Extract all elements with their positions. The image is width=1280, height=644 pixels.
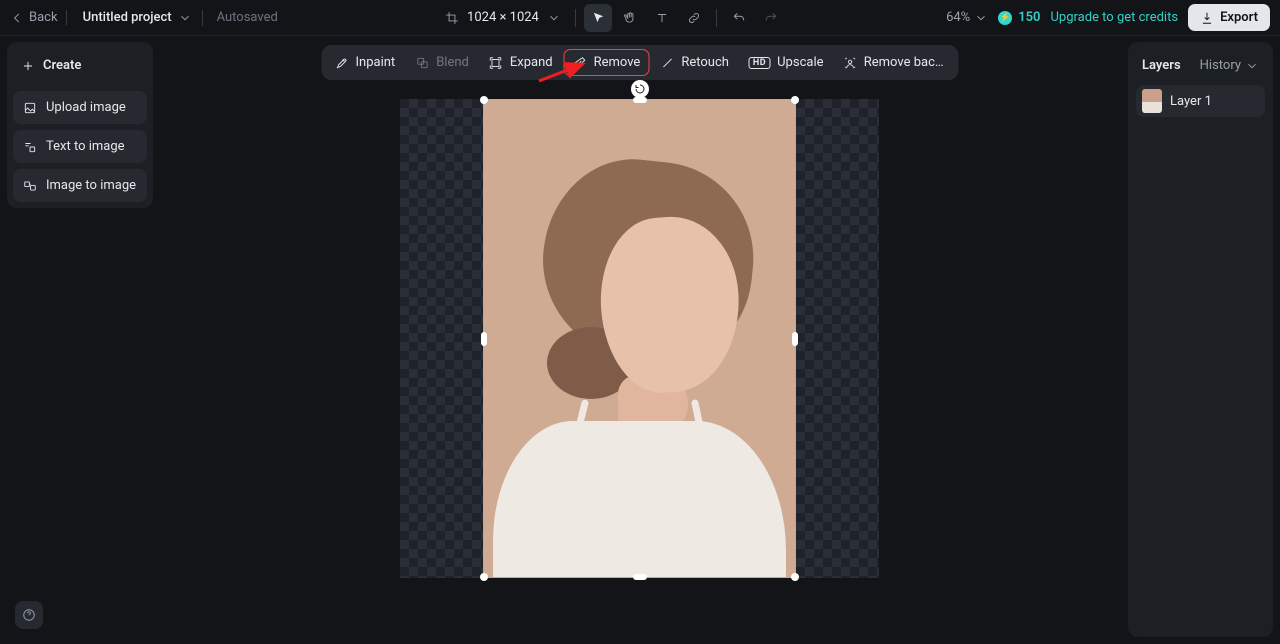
export-label: Export	[1220, 10, 1258, 25]
export-button[interactable]: Export	[1188, 4, 1270, 31]
wand-icon	[660, 56, 674, 70]
credits-chip[interactable]: ⚡ 150	[998, 10, 1040, 25]
crop-icon	[445, 11, 459, 25]
remove-bg-icon	[844, 56, 857, 70]
canvas[interactable]	[400, 99, 879, 578]
top-bar-center: 1024 × 1024	[439, 4, 785, 32]
lp-upload-image[interactable]: Upload image	[13, 91, 147, 124]
upload-image-icon	[23, 101, 37, 115]
upscale-button[interactable]: HD Upscale	[740, 49, 833, 76]
lp-image-to-image[interactable]: Image to image	[13, 169, 147, 202]
expand-button[interactable]: Expand	[480, 49, 562, 76]
left-create-panel: Create Upload image Text to image Image …	[7, 42, 153, 208]
lp-label: Upload image	[46, 100, 126, 115]
retouch-button[interactable]: Retouch	[651, 49, 738, 76]
chevron-down-icon	[974, 11, 988, 25]
download-icon	[1200, 11, 1214, 25]
chevron-down-icon	[178, 11, 192, 25]
dimensions-value: 1024 × 1024	[467, 10, 539, 25]
blend-icon	[415, 56, 429, 70]
layer-name: Layer 1	[1170, 94, 1212, 109]
cursor-tool[interactable]	[584, 4, 612, 32]
remove-button[interactable]: Remove	[564, 49, 650, 76]
text-to-image-icon	[23, 140, 37, 154]
link-tool[interactable]	[680, 4, 708, 32]
history-label: History	[1200, 58, 1241, 73]
rotate-icon	[634, 83, 646, 95]
image-to-image-icon	[23, 179, 37, 193]
blend-button: Blend	[406, 49, 478, 76]
hd-badge: HD	[749, 57, 770, 69]
rotate-handle[interactable]	[631, 80, 649, 98]
text-icon	[655, 11, 669, 25]
create-header: Create	[13, 48, 147, 85]
expand-icon	[489, 56, 503, 70]
chevron-down-icon	[547, 11, 561, 25]
top-bar: Back Untitled project Autosaved 1024 × 1…	[0, 0, 1280, 36]
zoom-control[interactable]: 64%	[946, 10, 988, 25]
hand-tool[interactable]	[616, 4, 644, 32]
inpaint-button[interactable]: Inpaint	[326, 49, 405, 76]
cursor-icon	[591, 11, 605, 25]
layer-thumbnail	[1142, 89, 1162, 113]
credits-value: 150	[1018, 10, 1040, 25]
eraser-icon	[573, 56, 587, 70]
undo-button[interactable]	[725, 4, 753, 32]
plus-icon	[21, 59, 35, 73]
autosaved-status: Autosaved	[217, 10, 278, 25]
credits-bolt-icon: ⚡	[998, 11, 1012, 25]
redo-icon	[764, 11, 778, 25]
top-bar-right: 64% ⚡ 150 Upgrade to get credits Export	[946, 4, 1270, 31]
layers-title: Layers	[1142, 58, 1181, 73]
link-icon	[687, 11, 701, 25]
layer-image[interactable]	[483, 99, 796, 578]
hand-icon	[623, 11, 637, 25]
chevron-left-icon	[10, 11, 24, 25]
remove-background-button[interactable]: Remove back…	[835, 49, 955, 76]
back-label: Back	[29, 10, 58, 25]
lp-label: Text to image	[46, 139, 125, 154]
redo-button[interactable]	[757, 4, 785, 32]
text-tool[interactable]	[648, 4, 676, 32]
layer-item[interactable]: Layer 1	[1136, 85, 1265, 117]
project-name[interactable]: Untitled project	[83, 10, 192, 25]
dimensions-button[interactable]: 1024 × 1024	[439, 6, 567, 29]
project-title: Untitled project	[83, 10, 172, 25]
help-button[interactable]	[15, 601, 43, 629]
lp-text-to-image[interactable]: Text to image	[13, 130, 147, 163]
undo-icon	[732, 11, 746, 25]
zoom-value: 64%	[946, 10, 970, 25]
history-dropdown[interactable]: History	[1200, 58, 1259, 73]
chevron-down-icon	[1245, 59, 1259, 73]
top-bar-left: Back Untitled project Autosaved	[10, 10, 278, 26]
back-button[interactable]: Back	[10, 10, 67, 25]
help-icon	[22, 608, 36, 622]
layers-panel: Layers History Layer 1	[1128, 42, 1273, 637]
context-toolbar: Inpaint Blend Expand Remove Retouch HD U…	[322, 45, 959, 80]
create-title: Create	[43, 58, 81, 73]
lp-label: Image to image	[46, 178, 136, 193]
inpaint-icon	[335, 56, 349, 70]
upgrade-link[interactable]: Upgrade to get credits	[1050, 10, 1178, 25]
